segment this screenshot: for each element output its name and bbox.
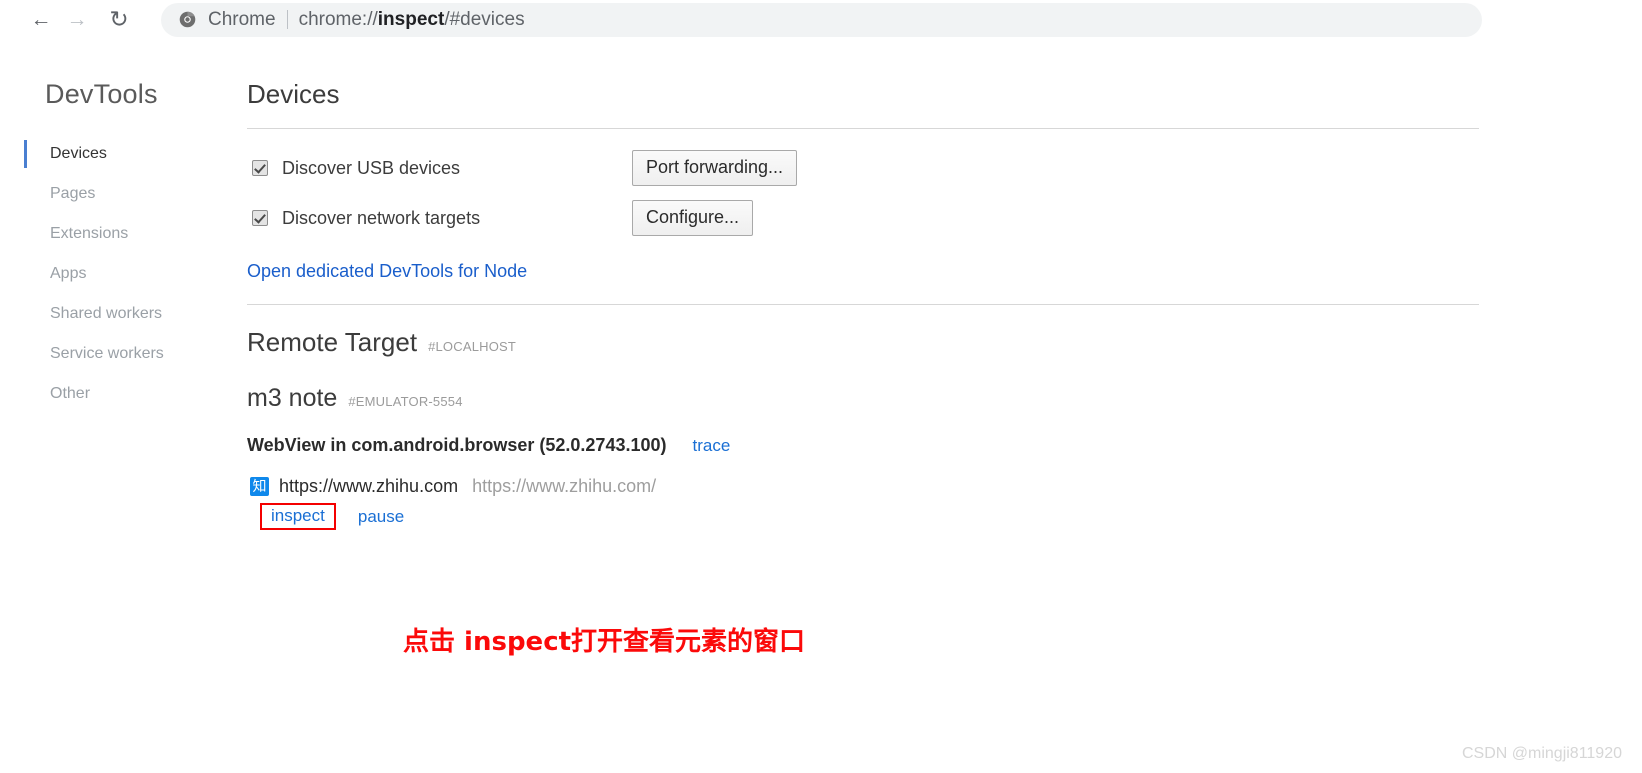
- sidebar-nav: Devices Pages Extensions Apps Shared wor…: [0, 134, 230, 414]
- device-tag: #EMULATOR-5554: [348, 394, 463, 409]
- remote-target-title: Remote Target: [247, 327, 418, 357]
- remote-target-heading: Remote Target #LOCALHOST: [247, 327, 1602, 358]
- target-entry: 知 https://www.zhihu.com https://www.zhih…: [247, 476, 1602, 530]
- zhihu-favicon-icon: 知: [250, 477, 269, 496]
- main-content: Devices Discover USB devices Port forwar…: [247, 39, 1602, 530]
- port-forwarding-button[interactable]: Port forwarding...: [632, 150, 798, 186]
- configure-button[interactable]: Configure...: [632, 200, 754, 236]
- sidebar-item-label: Shared workers: [50, 305, 163, 322]
- discover-network-label: Discover network targets: [282, 207, 481, 228]
- url-host: inspect: [377, 8, 445, 30]
- discover-usb-label: Discover USB devices: [282, 157, 461, 178]
- sidebar-item-label: Other: [50, 385, 91, 402]
- annotation-text: 点击 inspect打开查看元素的窗口: [403, 627, 806, 657]
- sidebar-item-apps[interactable]: Apps: [0, 254, 230, 294]
- target-header: WebView in com.android.browser (52.0.274…: [247, 435, 1602, 456]
- back-button[interactable]: ←: [23, 2, 59, 38]
- sidebar-item-service-workers[interactable]: Service workers: [0, 334, 230, 374]
- reload-icon: ↻: [109, 6, 129, 32]
- sidebar-item-other[interactable]: Other: [0, 374, 230, 414]
- inspect-highlight-box: inspect: [260, 503, 336, 530]
- remote-target-divider: [247, 304, 1479, 305]
- omnibox-brand-label: Chrome: [208, 8, 276, 30]
- sidebar-item-shared-workers[interactable]: Shared workers: [0, 294, 230, 334]
- browser-toolbar: ← → ↻ Chrome chrome://inspect/#devices: [0, 0, 1642, 40]
- sidebar: DevTools Devices Pages Extensions Apps S…: [0, 39, 230, 414]
- sidebar-item-extensions[interactable]: Extensions: [0, 214, 230, 254]
- pause-link[interactable]: pause: [358, 507, 404, 527]
- address-bar[interactable]: Chrome chrome://inspect/#devices: [161, 2, 1482, 37]
- sidebar-item-label: Apps: [50, 265, 87, 282]
- sidebar-item-label: Devices: [50, 145, 107, 162]
- reload-button[interactable]: ↻: [101, 2, 137, 38]
- remote-target-tag: #LOCALHOST: [428, 339, 517, 354]
- trace-link[interactable]: trace: [693, 436, 731, 456]
- omnibox-url-text: chrome://inspect/#devices: [299, 9, 525, 31]
- target-page-name: https://www.zhihu.com: [279, 476, 459, 496]
- sidebar-item-label: Service workers: [50, 345, 164, 362]
- url-suffix: /#devices: [444, 8, 525, 30]
- url-prefix: chrome://: [298, 8, 378, 30]
- target-page-url: https://www.zhihu.com/: [472, 476, 657, 496]
- target-title: WebView in com.android.browser (52.0.274…: [247, 435, 667, 455]
- devtools-title: DevTools: [45, 79, 158, 109]
- watermark: CSDN @mingji811920: [1461, 745, 1622, 762]
- inspect-link[interactable]: inspect: [271, 506, 325, 525]
- page-title: Devices: [247, 79, 340, 109]
- device-name: m3 note: [247, 384, 338, 412]
- discover-usb-checkbox[interactable]: [252, 160, 268, 176]
- target-actions: inspect pause: [250, 503, 1602, 530]
- device-heading: m3 note #EMULATOR-5554: [247, 384, 1602, 413]
- title-divider: [247, 128, 1479, 129]
- sidebar-item-devices[interactable]: Devices: [0, 134, 230, 174]
- chrome-logo-icon: [179, 11, 196, 28]
- discover-usb-row: Discover USB devices Port forwarding...: [247, 150, 1602, 186]
- arrow-right-icon: →: [66, 8, 88, 31]
- discover-network-checkbox[interactable]: [252, 210, 268, 226]
- target-entry-line: 知 https://www.zhihu.com https://www.zhih…: [250, 476, 1602, 497]
- forward-button[interactable]: →: [59, 2, 95, 38]
- sidebar-item-pages[interactable]: Pages: [0, 174, 230, 214]
- inspect-page: DevTools Devices Pages Extensions Apps S…: [0, 39, 1642, 773]
- open-node-devtools-link[interactable]: Open dedicated DevTools for Node: [247, 261, 527, 282]
- discover-network-row: Discover network targets Configure...: [247, 200, 1602, 236]
- sidebar-item-label: Extensions: [50, 225, 129, 242]
- omnibox-separator: [286, 10, 288, 29]
- sidebar-item-label: Pages: [50, 185, 96, 202]
- arrow-left-icon: ←: [30, 8, 52, 31]
